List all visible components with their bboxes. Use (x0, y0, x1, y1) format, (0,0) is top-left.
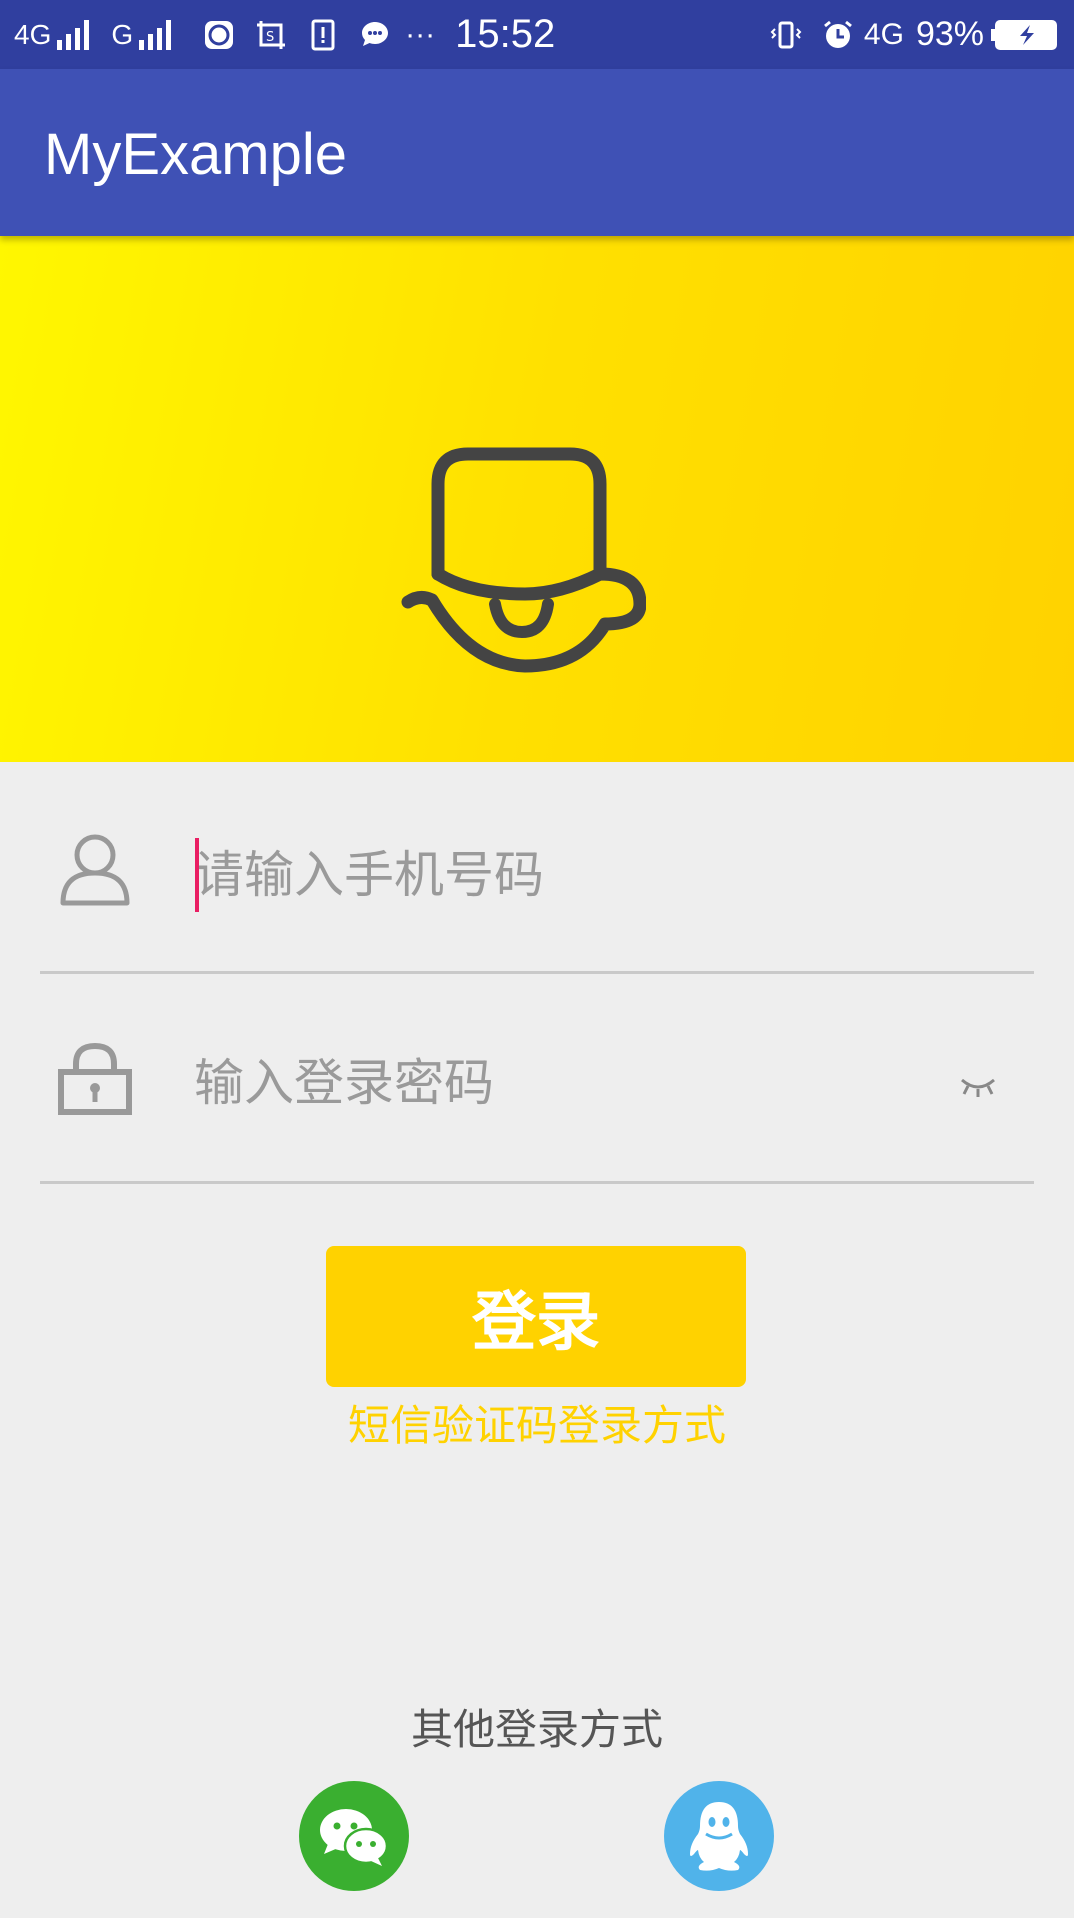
wechat-login-button[interactable] (299, 1781, 409, 1891)
network-type-3: 4G (863, 17, 904, 51)
more-indicator: ··· (405, 17, 436, 51)
app-title: MyExample (44, 122, 347, 187)
network-type-2: G (111, 18, 134, 50)
status-bar: 4G G S ··· 15:52 4G 93% (0, 0, 1074, 69)
screenshot-icon: S (257, 20, 286, 49)
mascot-logo (401, 447, 646, 673)
signal-icon (139, 19, 175, 50)
wechat-icon (320, 1809, 389, 1866)
battery-charging-icon (991, 19, 1057, 50)
text-cursor (195, 838, 199, 912)
app-bar: MyExample (0, 69, 1074, 236)
sms-login-link[interactable]: 短信验证码登录方式 (0, 1392, 1074, 1453)
phone-field-row (40, 824, 1034, 974)
password-field-row (40, 1034, 1034, 1184)
signal-icon (57, 19, 93, 50)
status-right: 4G 93% (760, 0, 1060, 69)
message-icon (362, 21, 389, 46)
status-left: 4G G S ··· 15:52 (14, 0, 555, 69)
other-login-title: 其他登录方式 (410, 1705, 663, 1754)
browser-icon (205, 20, 234, 49)
alert-icon (311, 19, 335, 50)
vibrate-icon (770, 21, 802, 48)
login-button[interactable]: 登录 (326, 1246, 746, 1387)
phone-input[interactable] (194, 830, 954, 920)
qq-icon (690, 1802, 748, 1871)
battery-percent: 93% (915, 15, 984, 53)
qq-login-button[interactable] (664, 1781, 774, 1891)
eye-closed-icon[interactable] (958, 1074, 998, 1100)
lock-icon (58, 1042, 132, 1115)
alarm-icon (823, 20, 852, 48)
clock: 15:52 (455, 12, 556, 56)
svg-text:S: S (266, 30, 274, 45)
password-input[interactable] (194, 1038, 954, 1128)
user-icon (60, 834, 130, 906)
network-type-1: 4G (14, 18, 52, 50)
